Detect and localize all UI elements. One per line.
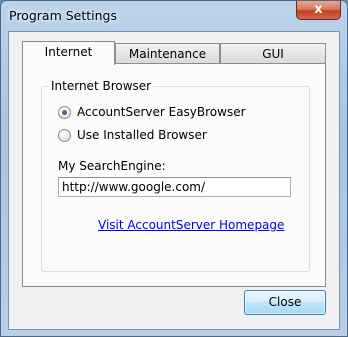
dialog-client-area: Internet Maintenance GUI Internet Browse…	[8, 31, 340, 330]
radio-label: Use Installed Browser	[77, 128, 207, 142]
internet-tab-panel: Internet Browser AccountServer EasyBrows…	[22, 63, 326, 287]
tab-internet[interactable]: Internet	[22, 41, 115, 65]
group-label: Internet Browser	[49, 79, 154, 93]
program-settings-window: Program Settings x Internet Maintenance …	[0, 0, 348, 337]
homepage-link[interactable]: Visit AccountServer Homepage	[98, 218, 284, 232]
window-close-button[interactable]: x	[296, 1, 341, 20]
tab-gui[interactable]: GUI	[220, 43, 326, 65]
radio-unselected-icon[interactable]	[58, 128, 71, 142]
radio-label: AccountServer EasyBrowser	[77, 105, 246, 119]
radio-selected-icon[interactable]	[58, 105, 71, 119]
close-icon: x	[314, 2, 323, 17]
close-button[interactable]: Close	[244, 290, 326, 315]
radio-installed-browser[interactable]: Use Installed Browser	[58, 127, 207, 143]
tab-label: Internet	[44, 45, 93, 59]
search-engine-input[interactable]	[58, 177, 291, 197]
tab-label: Maintenance	[128, 47, 207, 61]
internet-browser-group: Internet Browser AccountServer EasyBrows…	[41, 79, 310, 272]
tab-maintenance[interactable]: Maintenance	[115, 43, 220, 65]
title-bar[interactable]: Program Settings x	[1, 1, 347, 31]
radio-easybrowser[interactable]: AccountServer EasyBrowser	[58, 104, 246, 120]
search-engine-label: My SearchEngine:	[58, 159, 166, 173]
window-title: Program Settings	[9, 8, 117, 23]
tab-label: GUI	[262, 47, 284, 61]
